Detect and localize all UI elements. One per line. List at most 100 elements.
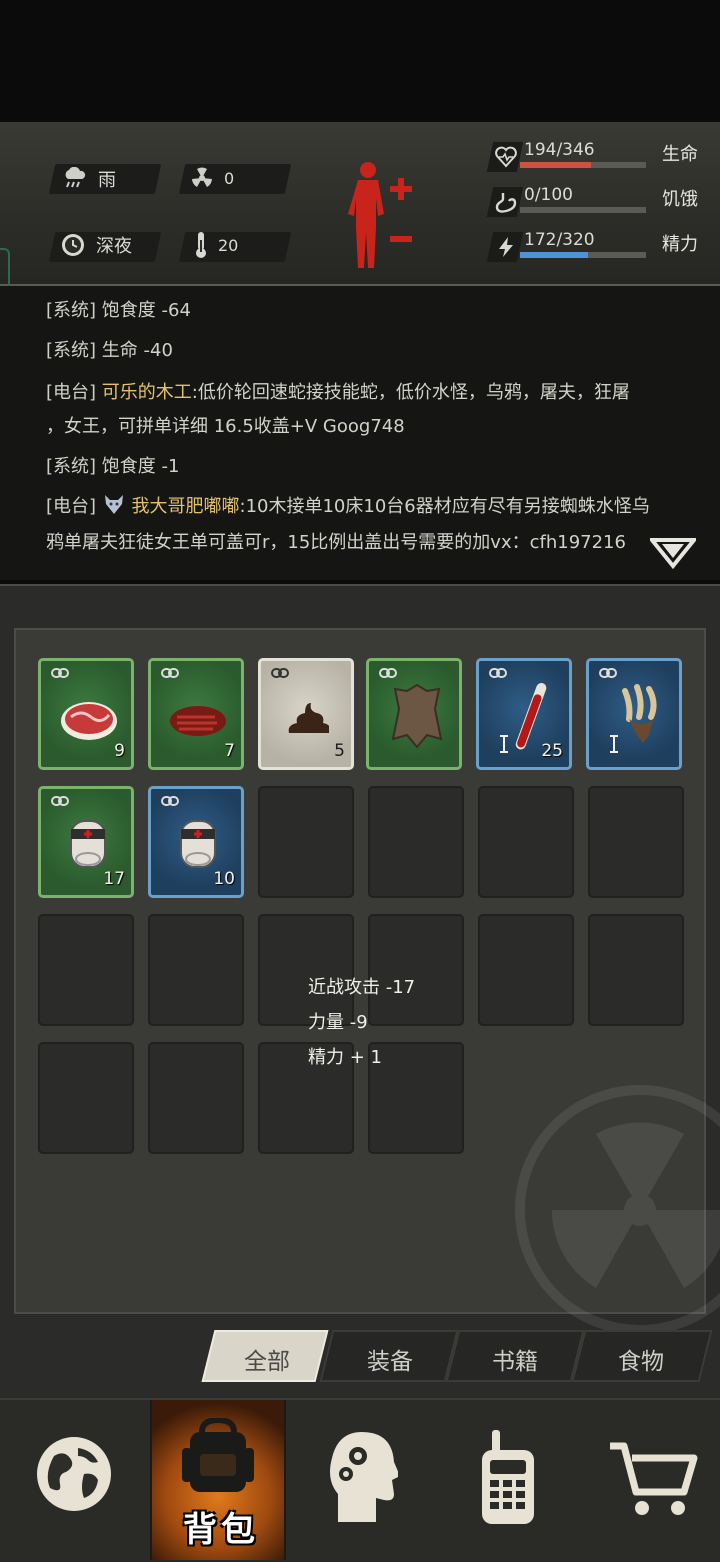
- stomach-icon: [495, 193, 517, 213]
- empty-slot[interactable]: [148, 1042, 244, 1154]
- hide-icon: [391, 683, 443, 749]
- radio-sender-name[interactable]: 我大哥肥嘟嘟: [132, 496, 240, 517]
- empty-slot[interactable]: [588, 914, 684, 1026]
- empty-slot[interactable]: [478, 914, 574, 1026]
- item-slot-animal-hide[interactable]: [366, 658, 462, 770]
- steak-icon: [170, 706, 226, 736]
- item-slot-bandage[interactable]: 10: [148, 786, 244, 898]
- dung-icon: [288, 703, 329, 733]
- stat-health: 194/346 生命: [482, 140, 702, 176]
- chevron-down-icon[interactable]: [650, 536, 696, 570]
- item-slot-blood-vial[interactable]: 25: [476, 658, 572, 770]
- empty-slot[interactable]: [38, 1042, 134, 1154]
- log-line: [系统] 生命 -40: [46, 340, 173, 361]
- empty-slot[interactable]: [478, 786, 574, 898]
- item-slot-bandage[interactable]: 17: [38, 786, 134, 898]
- temperature-value: 20: [218, 235, 239, 255]
- empty-slot[interactable]: [588, 786, 684, 898]
- energy-label: 精力: [662, 234, 698, 255]
- health-label: 生命: [662, 144, 698, 165]
- bandage-icon: [70, 820, 106, 868]
- item-count: 17: [103, 869, 125, 889]
- shopping-cart-icon: [610, 1442, 698, 1515]
- globe-icon: [37, 1437, 111, 1511]
- radiation-watermark-icon: [515, 1085, 720, 1330]
- log-line: ，女王，可拼单详细 16.5收盖+V Goog748: [46, 416, 405, 437]
- log-line: [电台] 我大哥肥嘟嘟:10木接单10床10台6器材应有尽有另接蜘蛛水怪乌: [46, 490, 650, 524]
- log-line: [系统] 饱食度 -1: [46, 456, 180, 477]
- claws-icon: [622, 684, 657, 743]
- link-icon: [599, 668, 617, 678]
- hunger-bar: [520, 207, 646, 213]
- heart-pulse-icon: [495, 146, 517, 168]
- item-slot-claws[interactable]: [586, 658, 682, 770]
- tab-food-label: 食物: [618, 1349, 664, 1375]
- clock-icon: [62, 234, 84, 256]
- nav-world-button[interactable]: [0, 1400, 150, 1560]
- empty-slot[interactable]: [368, 786, 464, 898]
- weather-indicator: 雨: [62, 166, 116, 192]
- rain-cloud-icon: [65, 167, 86, 188]
- bandage-icon: [180, 820, 216, 868]
- tier-icon: [610, 735, 618, 753]
- radiation-value: 0: [224, 168, 235, 188]
- hunger-label: 饥饿: [662, 189, 698, 210]
- radiation-indicator: 0: [190, 166, 234, 190]
- item-tooltip: 近战攻击 -17 力量 -9 精力 + 1: [308, 970, 415, 1075]
- log-line: [系统] 饱食度 -64: [46, 300, 191, 321]
- stat-energy: 172/320 精力: [482, 230, 702, 266]
- walkie-talkie-icon: [482, 1430, 534, 1524]
- item-slot-cooked-steak[interactable]: 7: [148, 658, 244, 770]
- empty-slot[interactable]: [38, 914, 134, 1026]
- tooltip-line: 近战攻击 -17: [308, 977, 416, 998]
- raw-meat-icon: [61, 702, 117, 740]
- temperature-indicator: 20: [194, 230, 238, 260]
- link-icon: [271, 668, 289, 678]
- empty-slot[interactable]: [258, 786, 354, 898]
- stat-hunger: 0/100 饥饿: [482, 185, 702, 221]
- thermometer-icon: [196, 232, 206, 258]
- link-icon: [161, 796, 179, 806]
- tab-all-label: 全部: [244, 1349, 290, 1375]
- backpack-icon: [182, 1418, 254, 1492]
- link-icon: [51, 796, 69, 806]
- hunger-value: 0/100: [524, 185, 573, 205]
- radiation-icon: [192, 167, 212, 187]
- head-gears-icon: [330, 1432, 398, 1522]
- item-slot-dung[interactable]: 5: [258, 658, 354, 770]
- body-status-figure-icon[interactable]: [346, 160, 416, 268]
- log-line: 鸦单屠夫狂徒女王单可盖可r，15比例出盖出号需要的加vx：cfh197216: [46, 532, 626, 553]
- link-icon: [161, 668, 179, 678]
- tab-equipment-label: 装备: [367, 1349, 413, 1375]
- radio-sender-name[interactable]: 可乐的木工: [102, 382, 192, 403]
- item-count: 7: [224, 741, 235, 761]
- item-slot-raw-meat[interactable]: 9: [38, 658, 134, 770]
- time-of-day-text: 深夜: [96, 236, 132, 257]
- backpack-label: 背包: [183, 1510, 259, 1550]
- item-count: 5: [334, 741, 345, 761]
- item-count: 9: [114, 741, 125, 761]
- health-bar: [520, 162, 646, 168]
- nav-shop-button[interactable]: [574, 1400, 720, 1560]
- empty-slot[interactable]: [148, 914, 244, 1026]
- link-icon: [379, 668, 397, 678]
- health-value: 194/346: [524, 140, 595, 160]
- tooltip-line: 力量 -9: [308, 1012, 368, 1033]
- weather-text: 雨: [98, 170, 116, 191]
- status-bar-area: [0, 0, 720, 122]
- nav-skills-button[interactable]: [286, 1400, 434, 1560]
- energy-bolt-icon: [499, 237, 513, 257]
- time-indicator: 深夜: [60, 232, 132, 258]
- tooltip-line: 精力 + 1: [308, 1047, 382, 1068]
- nav-radio-button[interactable]: [434, 1400, 574, 1560]
- log-line: [电台] 可乐的木工:低价轮回速蛇接技能蛇，低价水怪，乌鸦，屠夫，狂屠: [46, 382, 630, 403]
- energy-bar: [520, 252, 646, 258]
- item-count: 25: [541, 741, 563, 761]
- tier-icon: [500, 735, 508, 753]
- link-icon: [51, 668, 69, 678]
- energy-value: 172/320: [524, 230, 595, 250]
- wolf-avatar-icon: [104, 495, 123, 514]
- link-icon: [489, 668, 507, 678]
- item-count: 10: [213, 869, 235, 889]
- tab-books-label: 书籍: [492, 1349, 538, 1375]
